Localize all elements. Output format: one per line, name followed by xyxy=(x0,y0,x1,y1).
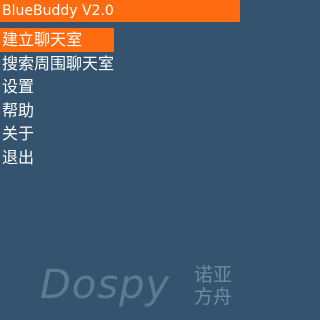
menu-item-about[interactable]: 关于 xyxy=(0,122,114,146)
watermark-chinese: 诺亚 方舟 xyxy=(192,264,234,308)
menu-item-settings[interactable]: 设置 xyxy=(0,75,114,99)
watermark-cn-line2: 方舟 xyxy=(193,286,232,308)
menu-item-create-chatroom[interactable]: 建立聊天室 xyxy=(0,28,114,52)
menu-item-exit[interactable]: 退出 xyxy=(0,146,114,170)
watermark-cn-line1: 诺亚 xyxy=(193,264,232,286)
title-bar: BlueBuddy V2.0 xyxy=(0,0,240,22)
main-menu: 建立聊天室 搜索周围聊天室 设置 帮助 关于 退出 xyxy=(0,28,240,169)
menu-item-search-chatrooms[interactable]: 搜索周围聊天室 xyxy=(0,52,114,76)
menu-item-help[interactable]: 帮助 xyxy=(0,99,114,123)
watermark-logo: Dospy 诺亚 方舟 xyxy=(40,260,235,312)
watermark-brand: Dospy xyxy=(40,262,171,308)
app-title: BlueBuddy V2.0 xyxy=(2,3,114,19)
